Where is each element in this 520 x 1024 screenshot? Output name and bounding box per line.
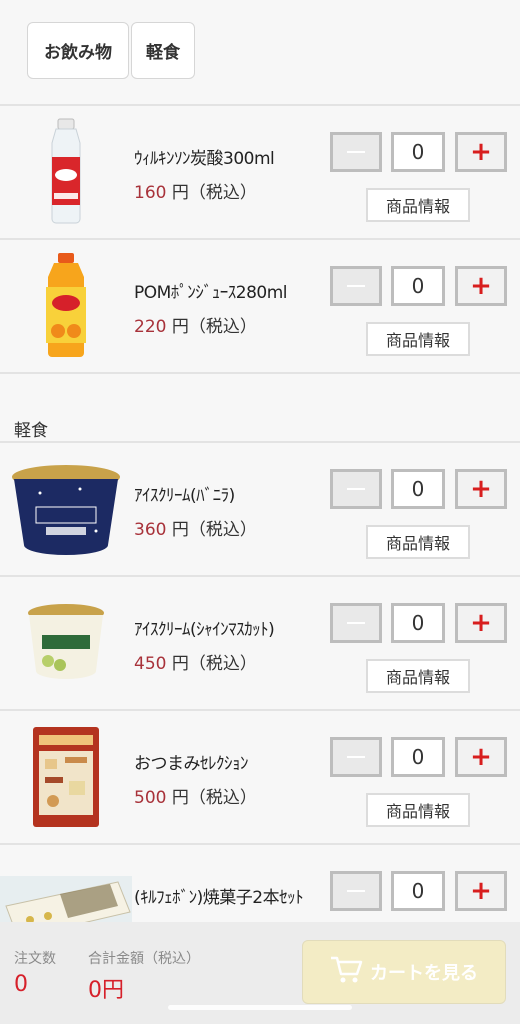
product-price: 500 円（税込）: [134, 783, 257, 808]
product-row: ｱｲｽｸﾘｰﾑ(ｼｬｲﾝﾏｽｶｯﾄ) 450 円（税込） 0 + 商品情報: [0, 577, 520, 709]
decrease-button[interactable]: [330, 469, 382, 509]
price-suffix: 円（税込）: [171, 520, 257, 540]
juice-bottle-icon: [0, 240, 132, 372]
order-count-value: 0: [14, 972, 28, 997]
increase-button[interactable]: +: [455, 871, 507, 911]
product-price: 160 円（税込）: [134, 178, 257, 203]
divider: [0, 372, 520, 374]
price-value: 220: [134, 317, 167, 337]
price-value: 360: [134, 520, 167, 540]
price-value: 450: [134, 654, 167, 674]
product-row: おつまみｾﾚｸｼｮﾝ 500 円（税込） 0 + 商品情報: [0, 711, 520, 843]
increase-button[interactable]: +: [455, 469, 507, 509]
product-name: おつまみｾﾚｸｼｮﾝ: [134, 754, 249, 774]
quantity-field[interactable]: 0: [391, 266, 445, 306]
product-name: (ｷﾙﾌｪﾎﾞﾝ)焼菓子2本ｾｯﾄ: [134, 888, 304, 908]
quantity-field[interactable]: 0: [391, 871, 445, 911]
order-count-label: 注文数: [14, 951, 56, 967]
price-suffix: 円（税込）: [171, 183, 257, 203]
minus-icon: [347, 756, 365, 758]
price-suffix: 円（税込）: [171, 654, 257, 674]
price-value: 500: [134, 788, 167, 808]
minus-icon: [347, 285, 365, 287]
ice-cream-cup-icon: [0, 577, 132, 709]
product-info-button[interactable]: 商品情報: [366, 525, 470, 559]
increase-button[interactable]: +: [455, 603, 507, 643]
plus-icon: +: [470, 742, 492, 772]
product-row: ｱｲｽｸﾘｰﾑ(ﾊﾞﾆﾗ) 360 円（税込） 0 + 商品情報: [0, 443, 520, 575]
decrease-button[interactable]: [330, 871, 382, 911]
product-info-button[interactable]: 商品情報: [366, 322, 470, 356]
product-row: ｳｨﾙｷﾝｿﾝ炭酸300ml 160 円（税込） 0 + 商品情報: [0, 106, 520, 238]
tab-snacks[interactable]: 軽食: [131, 22, 195, 79]
minus-icon: [347, 622, 365, 624]
view-cart-button[interactable]: カートを見る: [302, 940, 506, 1004]
increase-button[interactable]: +: [455, 266, 507, 306]
minus-icon: [347, 488, 365, 490]
quantity-field[interactable]: 0: [391, 603, 445, 643]
product-price: 220 円（税込）: [134, 312, 257, 337]
price-suffix: 円（税込）: [171, 788, 257, 808]
tab-drinks[interactable]: お飲み物: [27, 22, 129, 79]
section-heading: 軽食: [14, 421, 48, 441]
quantity-field[interactable]: 0: [391, 469, 445, 509]
snack-pack-icon: [0, 711, 132, 843]
product-price: 360 円（税込）: [134, 515, 257, 540]
total-value: 0円: [88, 978, 124, 1003]
plus-icon: +: [470, 271, 492, 301]
decrease-button[interactable]: [330, 737, 382, 777]
product-info-button[interactable]: 商品情報: [366, 659, 470, 693]
product-info-button[interactable]: 商品情報: [366, 188, 470, 222]
category-tabs: お飲み物 軽食: [0, 0, 520, 104]
product-name: ｱｲｽｸﾘｰﾑ(ｼｬｲﾝﾏｽｶｯﾄ): [134, 620, 275, 640]
product-price: 450 円（税込）: [134, 649, 257, 674]
minus-icon: [347, 151, 365, 153]
product-row: POMﾎﾟﾝｼﾞｭｰｽ280ml 220 円（税込） 0 + 商品情報: [0, 240, 520, 372]
soda-bottle-icon: [0, 106, 132, 238]
increase-button[interactable]: +: [455, 132, 507, 172]
decrease-button[interactable]: [330, 266, 382, 306]
plus-icon: +: [470, 137, 492, 167]
quantity-field[interactable]: 0: [391, 132, 445, 172]
plus-icon: +: [470, 876, 492, 906]
ice-cream-cup-icon: [0, 443, 132, 575]
cart-icon: [330, 955, 364, 989]
product-name: ｱｲｽｸﾘｰﾑ(ﾊﾞﾆﾗ): [134, 486, 235, 506]
plus-icon: +: [470, 474, 492, 504]
product-name: ｳｨﾙｷﾝｿﾝ炭酸300ml: [134, 149, 275, 169]
product-name: POMﾎﾟﾝｼﾞｭｰｽ280ml: [134, 283, 288, 303]
price-value: 160: [134, 183, 167, 203]
minus-icon: [347, 890, 365, 892]
total-label: 合計金額（税込）: [88, 951, 200, 967]
quantity-field[interactable]: 0: [391, 737, 445, 777]
view-cart-label: カートを見る: [370, 963, 478, 984]
decrease-button[interactable]: [330, 132, 382, 172]
home-indicator: [168, 1005, 352, 1010]
price-suffix: 円（税込）: [171, 317, 257, 337]
decrease-button[interactable]: [330, 603, 382, 643]
plus-icon: +: [470, 608, 492, 638]
increase-button[interactable]: +: [455, 737, 507, 777]
product-info-button[interactable]: 商品情報: [366, 793, 470, 827]
